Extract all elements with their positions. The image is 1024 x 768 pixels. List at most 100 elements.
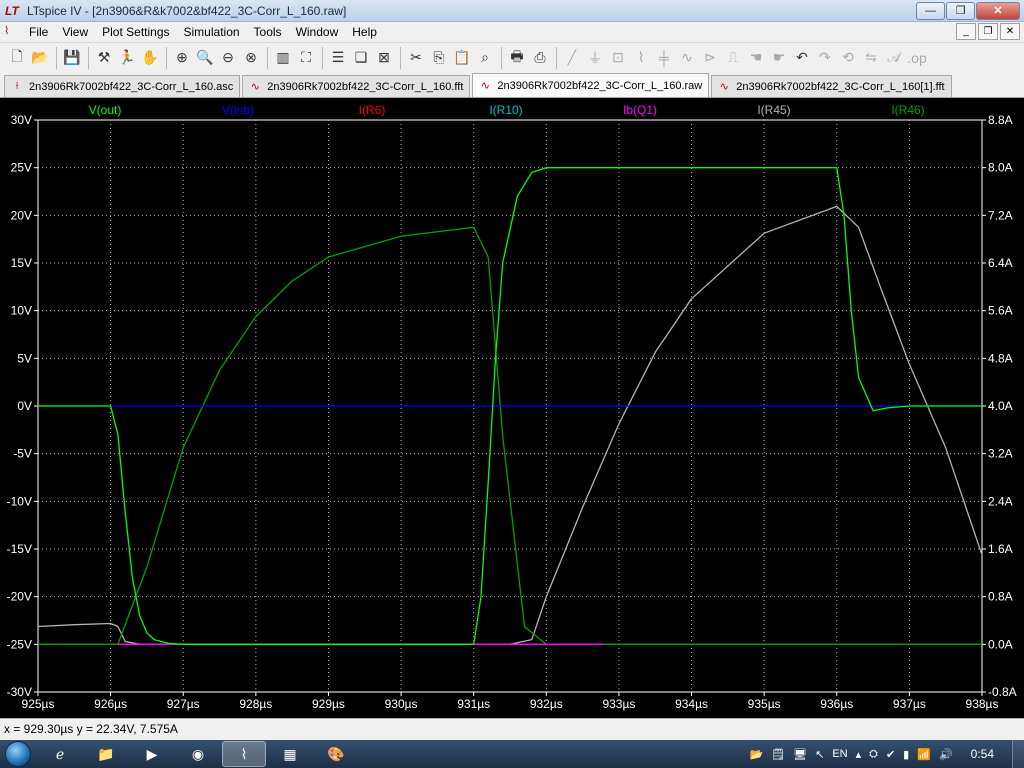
tab-fft-1[interactable]: ∿ 2n3906Rk7002bf422_3C-Corr_L_160[1].fft xyxy=(711,75,952,97)
tab-fft[interactable]: ∿ 2n3906Rk7002bf422_3C-Corr_L_160.fft xyxy=(242,75,471,97)
zoom-out-icon[interactable]: ⊖ xyxy=(217,47,239,69)
cascade-icon[interactable]: ❏ xyxy=(350,47,372,69)
mdi-controls: _ ❐ ✕ xyxy=(954,23,1020,40)
legend-entry-v-inb-: V(inb) xyxy=(222,103,254,117)
cut-icon[interactable]: ✂ xyxy=(405,47,427,69)
close-window-icon[interactable]: ⊠ xyxy=(373,47,395,69)
cursor-readout: x = 929.30µs y = 22.34V, 7.575A xyxy=(4,722,178,736)
y-right-tick-label: 0.8A xyxy=(988,590,1013,604)
mdi-minimize-button[interactable]: _ xyxy=(956,23,976,40)
waveform-chart[interactable]: 925µs 926µs 927µs 928µs 929µs 930µs 931µs 932µs… xyxy=(0,98,1024,718)
control-panel-hammer-icon[interactable]: ⚒ xyxy=(93,47,115,69)
new-schematic-icon[interactable]: 🗋 xyxy=(6,47,28,69)
undo-icon[interactable]: ↶ xyxy=(791,47,813,69)
x-tick-label: 926µs xyxy=(94,697,127,711)
tile-horizontal-icon[interactable]: ☰ xyxy=(327,47,349,69)
close-button[interactable]: ✕ xyxy=(976,2,1020,20)
start-button[interactable] xyxy=(0,740,36,768)
taskbar-clock[interactable]: 0:54 xyxy=(971,747,994,761)
y-left-tick-label: -30V xyxy=(7,685,32,699)
tab-label: 2n3906Rk7002bf422_3C-Corr_L_160.asc xyxy=(29,80,234,93)
media-player-icon[interactable]: ▶ xyxy=(130,741,174,767)
security-tray-icon[interactable]: ⛭ xyxy=(869,748,878,761)
capacitor-icon: ╪ xyxy=(659,49,669,66)
y-right-tick-label: -0.8A xyxy=(988,685,1017,699)
open-folder-icon[interactable]: 📂 xyxy=(29,47,51,69)
menu-file[interactable]: File xyxy=(22,22,55,42)
file-explorer-icon[interactable]: 📁 xyxy=(84,741,128,767)
print-setup-icon[interactable]: 🖶 xyxy=(506,47,528,69)
run-icon[interactable]: 🏃 xyxy=(116,47,138,69)
monitor-tray-icon[interactable]: 🖥 xyxy=(793,748,807,761)
windows-logo-icon xyxy=(5,741,31,767)
toolbar-separator xyxy=(267,46,268,69)
y-left-tick-label: 25V xyxy=(11,161,32,175)
menu-simulation[interactable]: Simulation xyxy=(177,22,247,42)
x-tick-label: 937µs xyxy=(893,697,926,711)
network-signal-icon[interactable]: 📶 xyxy=(917,748,931,761)
y-right-tick-label: 0.0A xyxy=(988,637,1013,651)
y-right-tick-label: 2.4A xyxy=(988,494,1013,508)
zoom-in-icon[interactable]: ⊕ xyxy=(171,47,193,69)
menu-bar: ⌇ File View Plot Settings Simulation Too… xyxy=(0,22,1024,42)
menu-plot-settings[interactable]: Plot Settings xyxy=(95,22,176,42)
y-right-tick-label: 4.0A xyxy=(988,399,1013,413)
tab-raw[interactable]: ∿ 2n3906Rk7002bf422_3C-Corr_L_160.raw xyxy=(472,73,710,97)
spice-directive-icon: .op xyxy=(907,49,927,66)
y-right-tick-label: 4.8A xyxy=(988,351,1013,365)
show-desktop-button[interactable] xyxy=(1012,740,1024,768)
mdi-close-button[interactable]: ✕ xyxy=(1000,23,1020,40)
status-bar: x = 929.30µs y = 22.34V, 7.575A xyxy=(0,718,1024,740)
zoom-pan-icon[interactable]: 🔍 xyxy=(194,47,216,69)
mdi-restore-button[interactable]: ❐ xyxy=(978,23,998,40)
document-waveform-icon[interactable]: ⌇ xyxy=(4,24,22,40)
show-hidden-icons-chevron-icon[interactable]: ▴ xyxy=(856,748,862,761)
y-left-tick-label: -10V xyxy=(7,494,32,508)
paste-icon[interactable]: 📋 xyxy=(451,47,473,69)
menu-help[interactable]: Help xyxy=(345,22,384,42)
shield-check-tray-icon[interactable]: ✔ xyxy=(886,748,895,761)
fit-icon[interactable]: ⛶ xyxy=(295,47,317,69)
save-icon[interactable]: 💾 xyxy=(61,47,83,69)
battery-tray-icon[interactable]: ▮ xyxy=(903,748,909,761)
toolbar: 🗋 📂 💾 ⚒ 🏃 ✋ ⊕ 🔍 ⊖ ⊗ ▥ ⛶ ☰ ❏ ⊠ ✂ ⎘ 📋 ⌕ 🖶 … xyxy=(0,42,1024,72)
y-right-tick-label: 7.2A xyxy=(988,208,1013,222)
drag-hand-icon: ☛ xyxy=(772,49,786,65)
menu-window[interactable]: Window xyxy=(289,22,346,42)
internet-explorer-icon[interactable]: ℯ xyxy=(38,741,82,767)
halt-hand-icon[interactable]: ✋ xyxy=(139,47,161,69)
menu-view[interactable]: View xyxy=(55,22,95,42)
legend-entry-v-out-: V(out) xyxy=(89,103,122,117)
print-icon[interactable]: ⎙ xyxy=(529,47,551,69)
text-icon: 𝒜 xyxy=(887,49,901,65)
paint-icon[interactable]: 🎨 xyxy=(314,741,358,767)
volume-icon[interactable]: 🔊 xyxy=(939,748,953,761)
zoom-cancel-icon[interactable]: ⊗ xyxy=(240,47,262,69)
y-right-tick-label: 8.8A xyxy=(988,113,1013,127)
redo-icon: ↷ xyxy=(819,49,831,65)
menu-tools[interactable]: Tools xyxy=(247,22,289,42)
folder-tray-icon[interactable]: 📂 xyxy=(749,748,763,761)
component-icon: ⎍ xyxy=(728,49,738,65)
minimize-button[interactable]: — xyxy=(916,2,945,20)
ground-icon: ⏚ xyxy=(588,49,602,66)
document-tabs: ⟊ 2n3906Rk7002bf422_3C-Corr_L_160.asc ∿ … xyxy=(0,72,1024,98)
language-indicator[interactable]: EN xyxy=(832,748,847,760)
maximize-button[interactable]: ❐ xyxy=(946,2,975,20)
toolbar-separator xyxy=(322,46,323,69)
copy-icon[interactable]: ⎘ xyxy=(428,47,450,69)
tab-schematic[interactable]: ⟊ 2n3906Rk7002bf422_3C-Corr_L_160.asc xyxy=(4,75,241,97)
window-title: LTspice IV - [2n3906&R&k7002&bf422_3C-Co… xyxy=(27,3,347,18)
y-left-tick-label: -25V xyxy=(7,637,32,651)
waveform-icon: ∿ xyxy=(250,80,260,93)
x-tick-label: 933µs xyxy=(602,697,635,711)
calculator-icon[interactable]: ▦ xyxy=(268,741,312,767)
find-binoculars-icon[interactable]: ⌕ xyxy=(474,47,496,69)
ltspice-task-icon[interactable]: ⌇ xyxy=(222,741,266,767)
firefox-icon[interactable]: ◉ xyxy=(176,741,220,767)
waveform-plot[interactable]: 925µs 926µs 927µs 928µs 929µs 930µs 931µs 932µs… xyxy=(0,98,1024,718)
pointer-tray-icon[interactable]: ↖ xyxy=(815,748,824,761)
notes-tray-icon[interactable]: 🗒 xyxy=(771,748,785,761)
legend-entry-i-r45-: I(R45) xyxy=(757,103,790,117)
autorange-icon[interactable]: ▥ xyxy=(272,47,294,69)
